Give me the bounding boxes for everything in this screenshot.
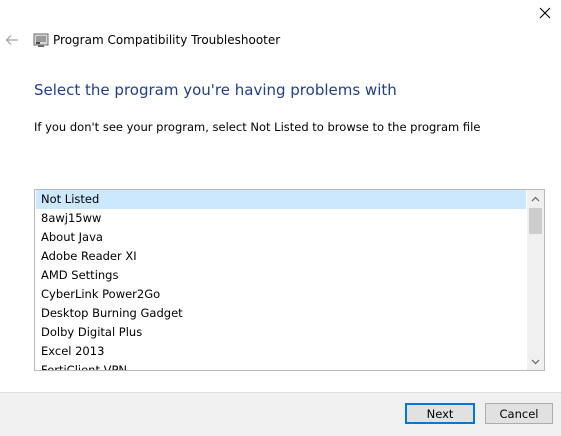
instruction-text: If you don't see your program, select No…	[34, 120, 481, 134]
list-item[interactable]: Adobe Reader XI	[36, 247, 526, 266]
back-arrow-icon	[5, 35, 18, 45]
scroll-thumb[interactable]	[529, 208, 542, 234]
list-item[interactable]: AMD Settings	[36, 266, 526, 285]
list-scrollbar[interactable]	[527, 190, 544, 370]
page-heading: Select the program you're having problem…	[34, 81, 397, 99]
list-item[interactable]: FortiClient VPN	[36, 361, 526, 370]
window-title: Program Compatibility Troubleshooter	[53, 33, 281, 47]
close-button[interactable]	[529, 0, 561, 26]
list-item[interactable]: Not Listed	[36, 190, 526, 209]
scroll-down-button[interactable]	[527, 353, 544, 370]
title-bar: Program Compatibility Troubleshooter	[0, 30, 561, 52]
list-item[interactable]: CyberLink Power2Go	[36, 285, 526, 304]
cancel-button[interactable]: Cancel	[485, 403, 553, 424]
troubleshooter-app-icon	[33, 33, 49, 47]
troubleshooter-window: Program Compatibility Troubleshooter Sel…	[0, 0, 561, 436]
next-button[interactable]: Next	[405, 403, 475, 424]
chevron-down-icon	[531, 359, 540, 364]
list-item[interactable]: 8awj15ww	[36, 209, 526, 228]
footer-bar: Next Cancel	[0, 392, 561, 436]
back-button[interactable]	[4, 32, 20, 48]
list-item[interactable]: About Java	[36, 228, 526, 247]
list-item[interactable]: Excel 2013	[36, 342, 526, 361]
scroll-up-button[interactable]	[527, 190, 544, 207]
list-item[interactable]: Desktop Burning Gadget	[36, 304, 526, 323]
program-listbox[interactable]: Not Listed 8awj15ww About Java Adobe Reader…	[34, 189, 545, 371]
program-list-items: Not Listed 8awj15ww About Java Adobe Reader…	[36, 190, 526, 370]
close-icon	[539, 7, 551, 19]
list-item[interactable]: Dolby Digital Plus	[36, 323, 526, 342]
chevron-up-icon	[531, 196, 540, 201]
